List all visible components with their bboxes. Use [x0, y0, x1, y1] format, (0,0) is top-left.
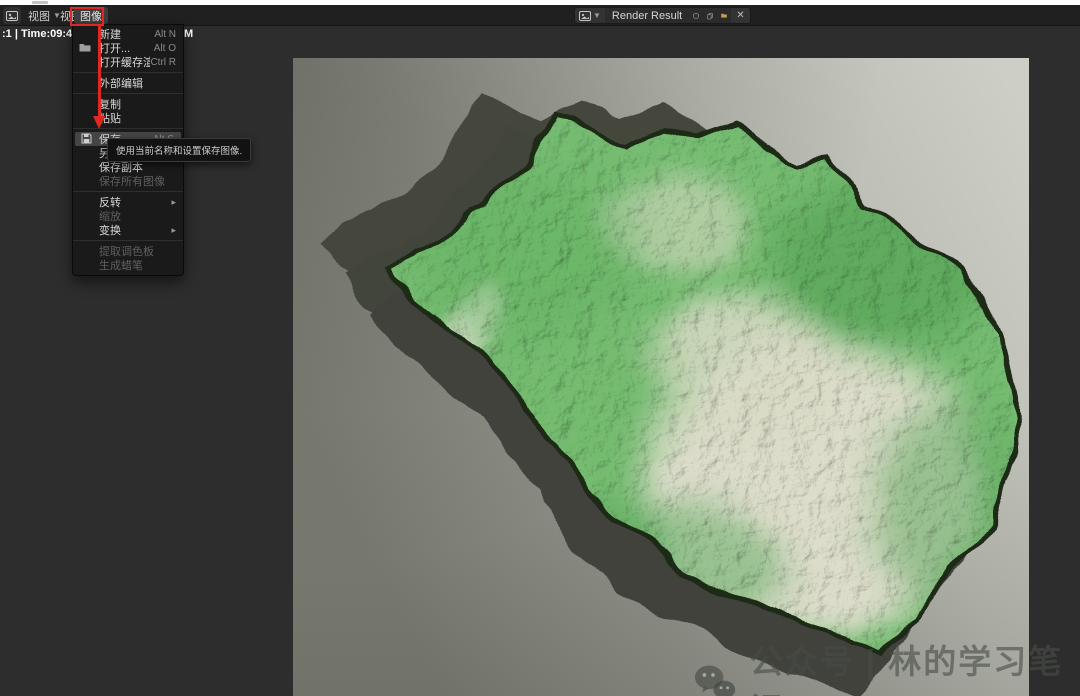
chevron-down-icon: ▼ [593, 12, 601, 20]
render-stats-fragment: M [184, 28, 193, 40]
page-top-strip [0, 0, 1080, 5]
fake-user-button[interactable] [689, 8, 703, 23]
menu-separator [73, 191, 183, 192]
image-datablock-selector: ▼ Render Result [574, 7, 751, 24]
blender-window: 视图 ▼ 视图 图像 ▼ Render Resul [0, 5, 1080, 696]
menu-item-resize[interactable]: 缩放 [73, 209, 183, 223]
menu-item-transform[interactable]: 变换 ▸ [73, 223, 183, 237]
close-icon: ✕ [736, 10, 744, 21]
menu-item-generate-grease-pencil[interactable]: 生成蜡笔 [73, 258, 183, 272]
menu-item-open-cached-render[interactable]: 打开缓存渲染 Ctrl R [73, 55, 183, 69]
menu-item-open[interactable]: 打开... Alt O [73, 41, 183, 55]
menu-item-extract-palette[interactable]: 提取调色板 [73, 244, 183, 258]
browse-image-button[interactable]: ▼ [575, 8, 605, 23]
editor-type-button[interactable] [3, 7, 21, 24]
menu-separator [73, 72, 183, 73]
menu-item-edit-externally[interactable]: 外部编辑 [73, 76, 183, 90]
menu-item-copy[interactable]: 复制 [73, 97, 183, 111]
menu-item-invert[interactable]: 反转 ▸ [73, 195, 183, 209]
duplicate-icon [707, 10, 713, 22]
unlink-image-button[interactable]: ✕ [731, 8, 749, 23]
top-strip-artifact [32, 1, 48, 4]
menu-item-paste[interactable]: 粘贴 [73, 111, 183, 125]
watermark-text: 公众号 | 林的学习笔记 [750, 635, 1080, 696]
annotation-arrowhead-icon [93, 116, 105, 129]
watermark: 公众号 | 林的学习笔记 [694, 635, 1080, 696]
open-image-button[interactable] [717, 8, 731, 23]
save-icon [81, 133, 93, 145]
menu-separator [73, 128, 183, 129]
menu-separator [73, 240, 183, 241]
menu-item-save-copy[interactable]: 保存副本 [73, 160, 183, 174]
image-editor-header: 视图 ▼ 视图 图像 ▼ Render Resul [0, 5, 1080, 26]
submenu-arrow-icon: ▸ [171, 225, 176, 236]
image-editor-icon [6, 10, 18, 22]
annotation-highlight-box [70, 7, 104, 26]
duplicate-image-button[interactable] [703, 8, 717, 23]
image-name-field[interactable]: Render Result [605, 8, 689, 23]
wechat-icon [694, 663, 736, 696]
editor-mode-label: 视图 [28, 8, 50, 24]
folder-icon [721, 10, 727, 21]
image-datablock-icon [579, 10, 591, 22]
shield-icon [693, 10, 699, 22]
render-result-image [293, 58, 1029, 696]
folder-icon [79, 42, 91, 54]
submenu-arrow-icon: ▸ [171, 197, 176, 208]
terrain-render [293, 58, 1029, 696]
menu-separator [73, 93, 183, 94]
screenshot-root: 视图 ▼ 视图 图像 ▼ Render Resul [0, 0, 1080, 696]
save-tooltip: 使用当前名称和设置保存图像. [107, 138, 251, 162]
menu-item-save-all-images[interactable]: 保存所有图像 [73, 174, 183, 188]
annotation-arrow-line [98, 26, 101, 118]
menu-item-new[interactable]: 新建 Alt N [73, 27, 183, 41]
